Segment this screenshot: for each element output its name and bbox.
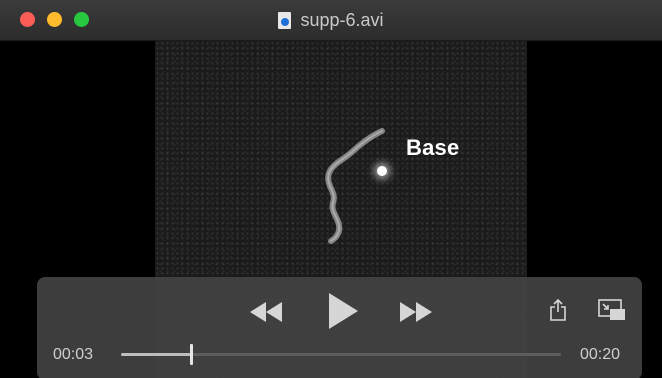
window-title-text: supp-6.avi [300, 9, 384, 30]
title-bar[interactable]: supp-6.avi [0, 0, 662, 41]
video-area[interactable]: Base 00:03 00:20 [0, 41, 662, 378]
share-button[interactable] [547, 297, 569, 323]
total-time: 00:20 [580, 346, 621, 363]
player-window: supp-6.avi Base 00:03 00:20 [0, 0, 662, 378]
current-time: 00:03 [53, 346, 94, 363]
rewind-icon [250, 302, 282, 322]
picture-in-picture-button[interactable] [597, 297, 627, 323]
play-button[interactable] [323, 289, 363, 333]
share-icon [550, 299, 566, 321]
timeline-progress [121, 353, 192, 356]
fast-forward-icon [400, 302, 432, 322]
bright-spot [377, 166, 387, 176]
timeline-handle[interactable] [190, 344, 194, 365]
picture-in-picture-icon [598, 299, 625, 320]
timeline-scrubber[interactable] [121, 344, 561, 365]
rewind-button[interactable] [248, 297, 284, 327]
play-icon [329, 293, 358, 329]
fast-forward-button[interactable] [398, 297, 434, 327]
window-title: supp-6.avi [0, 0, 662, 40]
video-overlay-label: Base [406, 135, 460, 160]
playback-controls: 00:03 00:20 [37, 277, 642, 378]
video-file-icon [278, 11, 292, 29]
